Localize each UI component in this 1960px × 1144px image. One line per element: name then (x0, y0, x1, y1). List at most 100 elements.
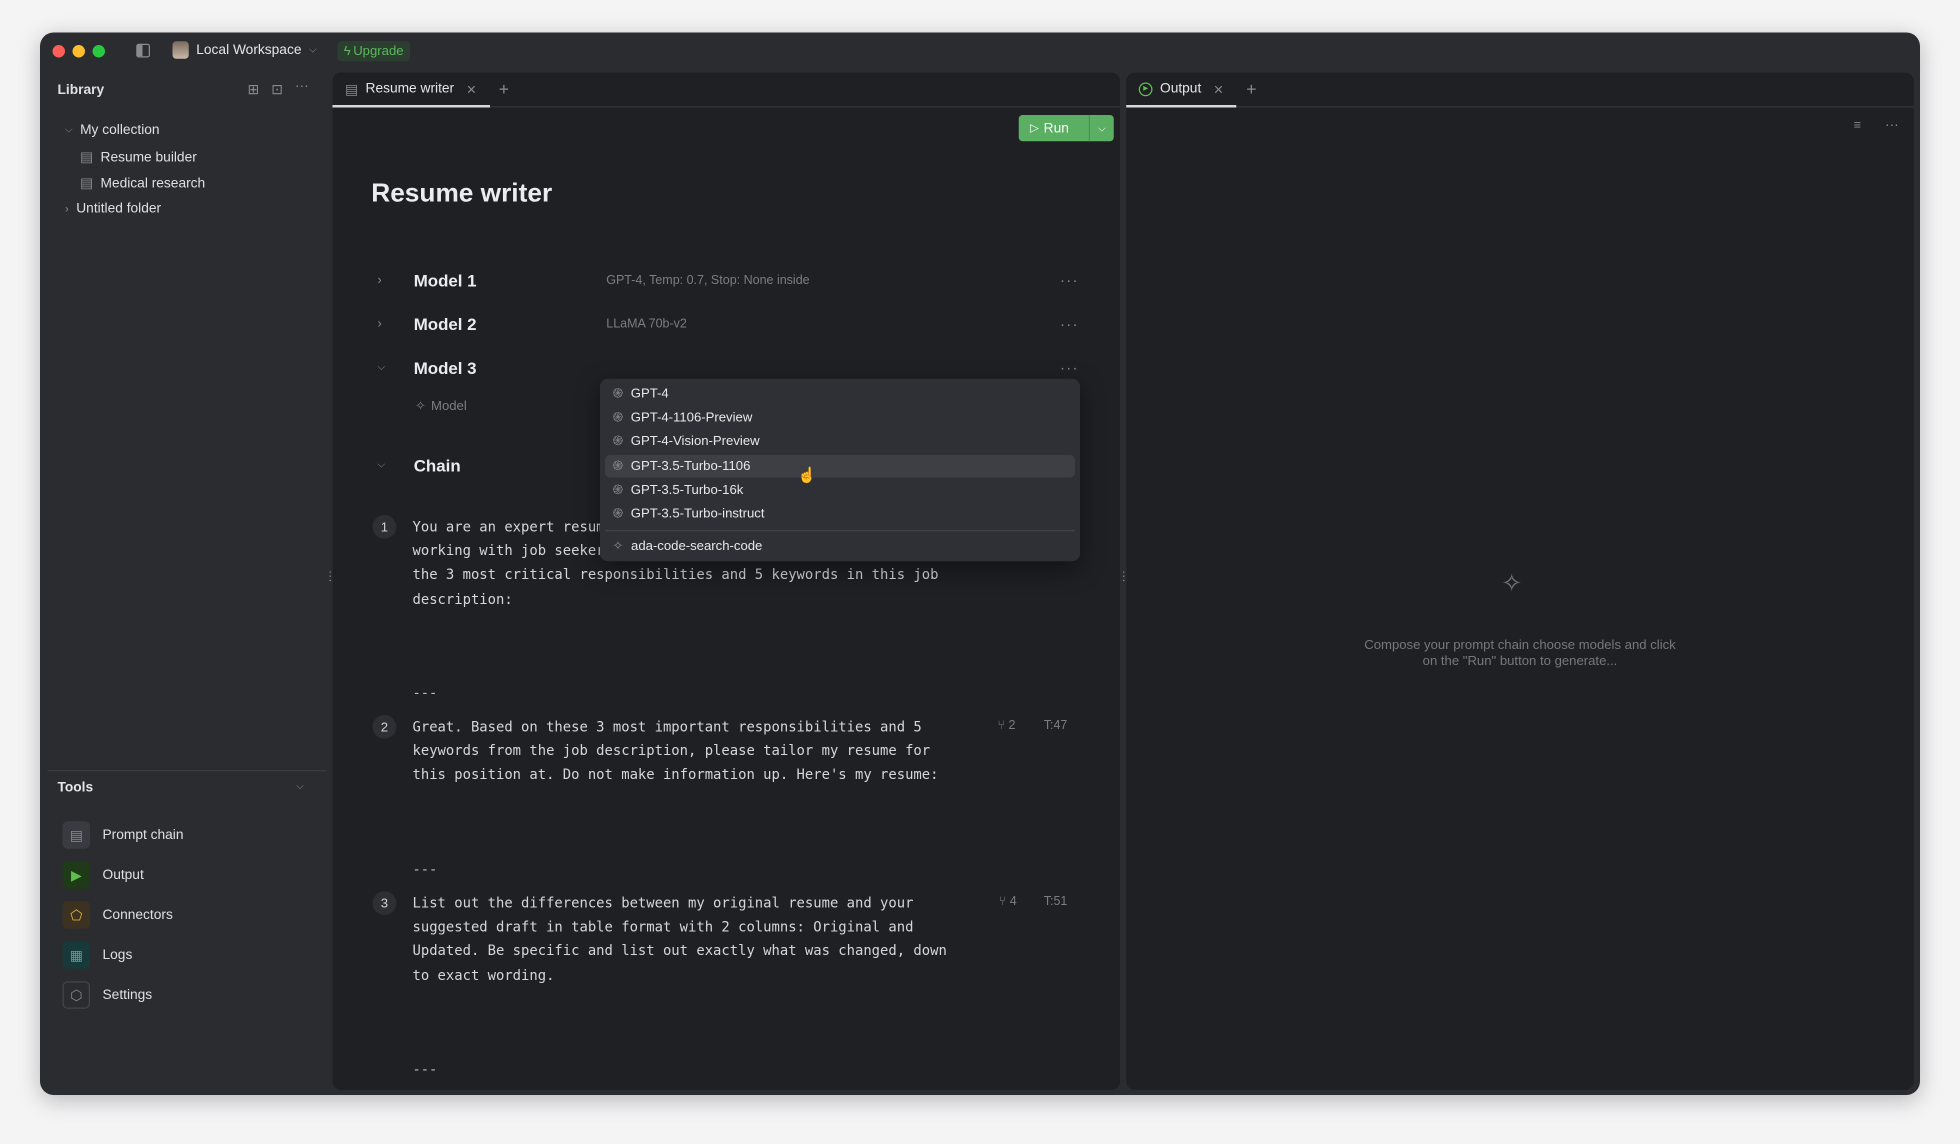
new-file-icon[interactable]: ⊞ (248, 81, 260, 98)
tool-connectors[interactable]: ⬠ Connectors (62, 901, 173, 929)
step-text[interactable]: List out the differences between my orig… (413, 891, 947, 987)
tab-resume-writer[interactable]: ▤ Resume writer × (332, 73, 490, 108)
dropdown-option[interactable]: ✧ ada-code-search-code (605, 535, 1075, 558)
document-icon: ▤ (345, 81, 359, 97)
dropdown-option[interactable]: ֍ GPT-3.5-Turbo-instruct (605, 503, 1075, 526)
tab-output[interactable]: ▶ Output × (1126, 73, 1237, 108)
option-label: GPT-4-1106-Preview (630, 410, 753, 425)
puzzle-icon: ⬠ (62, 901, 90, 929)
run-button[interactable]: ▷ Run ⌵ (1018, 115, 1114, 142)
option-label: GPT-3.5-Turbo-16k (630, 482, 744, 498)
maximize-window-button[interactable] (92, 45, 105, 58)
step-number: 1 (372, 515, 397, 539)
document-icon: ▤ (80, 150, 94, 165)
model-label: Model 2 (413, 314, 477, 334)
tool-label: Connectors (102, 907, 173, 923)
openai-icon: ֍ (612, 410, 624, 425)
more-icon[interactable]: ··· (295, 79, 309, 94)
tool-label: Output (102, 867, 144, 883)
dropdown-option[interactable]: ֍ GPT-3.5-Turbo-16k (605, 479, 1075, 502)
step-number: 3 (372, 891, 397, 915)
branch-count: ⑂ 2 (998, 719, 1016, 733)
dropdown-option[interactable]: ֍ GPT-4 (605, 383, 1075, 406)
chevron-down-icon: ⌵ (308, 43, 317, 55)
folder-label: Untitled folder (76, 201, 162, 217)
run-options-chevron-icon[interactable]: ⌵ (1088, 115, 1114, 142)
empty-text-line: on the "Run" button to generate... (1422, 653, 1618, 669)
openai-icon: ֍ (612, 506, 624, 522)
minimize-window-button[interactable] (72, 45, 85, 58)
model-label: Model 3 (413, 358, 477, 377)
play-outline-icon: ▷ (1030, 121, 1039, 134)
tool-output[interactable]: ▶ Output (62, 861, 144, 889)
more-icon[interactable]: ··· (1885, 118, 1899, 133)
option-label: GPT-4 (630, 386, 669, 402)
tool-settings[interactable]: ⬡ Settings (62, 981, 152, 1009)
close-tab-icon[interactable]: × (1214, 79, 1223, 98)
divider (47, 770, 327, 772)
separator: --- (412, 861, 438, 878)
tool-label: Prompt chain (102, 827, 184, 843)
chevron-right-icon[interactable]: › (378, 317, 382, 331)
separator: --- (412, 685, 438, 702)
openai-icon: ֍ (612, 433, 624, 449)
tree-item-medical-research[interactable]: ▤ Medical research (80, 175, 205, 192)
page-title: Resume writer (371, 178, 553, 208)
chevron-down-icon[interactable]: ⌵ (296, 780, 304, 793)
document-icon: ▤ (80, 176, 94, 192)
token-count: T:51 (1043, 895, 1068, 909)
dropdown-option-highlighted[interactable]: ֍ GPT-3.5-Turbo-1106 (605, 455, 1075, 478)
model-row-2[interactable]: › Model 2 LLaMA 70b-v2 ··· (333, 311, 1121, 336)
add-tab-icon[interactable]: + (1246, 79, 1256, 99)
filter-icon[interactable]: ≡ (1854, 119, 1861, 133)
chevron-down-icon[interactable]: ⌵ (378, 361, 386, 374)
upgrade-button[interactable]: ϟ Upgrade (337, 41, 410, 62)
model-desc: GPT-4, Temp: 0.7, Stop: None inside (606, 273, 810, 287)
model-label: Model 1 (413, 270, 477, 290)
model-row-3[interactable]: ⌵ Model 3 ··· (333, 355, 1121, 380)
more-icon[interactable]: ··· (1060, 271, 1079, 289)
option-label: GPT-3.5-Turbo-instruct (630, 506, 765, 522)
avatar (172, 41, 189, 59)
tree-folder[interactable]: › Untitled folder (65, 201, 161, 216)
dropdown-option[interactable]: ֍ GPT-4-Vision-Preview (605, 430, 1075, 453)
resize-handle-left[interactable]: ··· (323, 570, 337, 583)
workspace-name: Local Workspace (196, 42, 302, 58)
app-window: Local Workspace ⌵ ϟ Upgrade Library ⊞ ⊡ ·… (40, 32, 1920, 1095)
tool-label: Logs (102, 947, 133, 963)
close-tab-icon[interactable]: × (467, 79, 476, 98)
sparkles-icon: ✧ (1501, 570, 1523, 598)
step-text[interactable]: Great. Based on these 3 most important r… (413, 715, 939, 787)
workspace-switcher[interactable]: Local Workspace ⌵ (172, 41, 317, 59)
divider (605, 530, 1075, 532)
cursor-hand-icon: ☝ (797, 466, 817, 484)
add-tab-icon[interactable]: + (499, 79, 509, 99)
branch-count: ⑂ 4 (999, 895, 1017, 909)
upgrade-label: Upgrade (353, 43, 404, 59)
tool-prompt-chain[interactable]: ▤ Prompt chain (62, 821, 184, 849)
more-icon[interactable]: ··· (1060, 315, 1079, 333)
tree-item-resume-builder[interactable]: ▤ Resume builder (80, 149, 197, 165)
model-dropdown: ֍ GPT-4 ֍ GPT-4-1106-Preview ֍ GPT-4-Vision… (600, 378, 1080, 562)
new-folder-icon[interactable]: ⊡ (271, 81, 283, 98)
item-label: Resume builder (100, 149, 197, 165)
sparkle-icon: ✧ (415, 398, 427, 414)
close-window-button[interactable] (52, 45, 65, 58)
more-icon[interactable]: ··· (1060, 359, 1079, 377)
chevron-right-icon[interactable]: › (378, 273, 382, 287)
output-panel: ▶ Output × + ≡ ··· ✧ Compose your prompt… (1126, 72, 1914, 1090)
tree-collection[interactable]: ⌵ My collection (65, 123, 160, 138)
model-picker[interactable]: ✧ Model (415, 399, 467, 414)
dropdown-option[interactable]: ֍ GPT-4-1106-Preview (605, 406, 1075, 429)
collection-label: My collection (80, 122, 160, 138)
model-row-1[interactable]: › Model 1 GPT-4, Temp: 0.7, Stop: None i… (333, 268, 1121, 293)
tool-logs[interactable]: ▦ Logs (62, 941, 133, 969)
model-picker-label: Model (431, 398, 467, 414)
model-desc: LLaMA 70b-v2 (606, 316, 687, 331)
branch-icon: ⑂ (998, 895, 1010, 909)
chain-label: Chain (413, 455, 461, 475)
chevron-down-icon[interactable]: ⌵ (378, 459, 386, 472)
resize-handle-right[interactable]: ··· (1116, 570, 1130, 583)
sidebar-toggle-icon[interactable] (136, 43, 150, 58)
library-tree: ⌵ My collection ▤ Resume builder ▤ Medical … (65, 123, 315, 248)
